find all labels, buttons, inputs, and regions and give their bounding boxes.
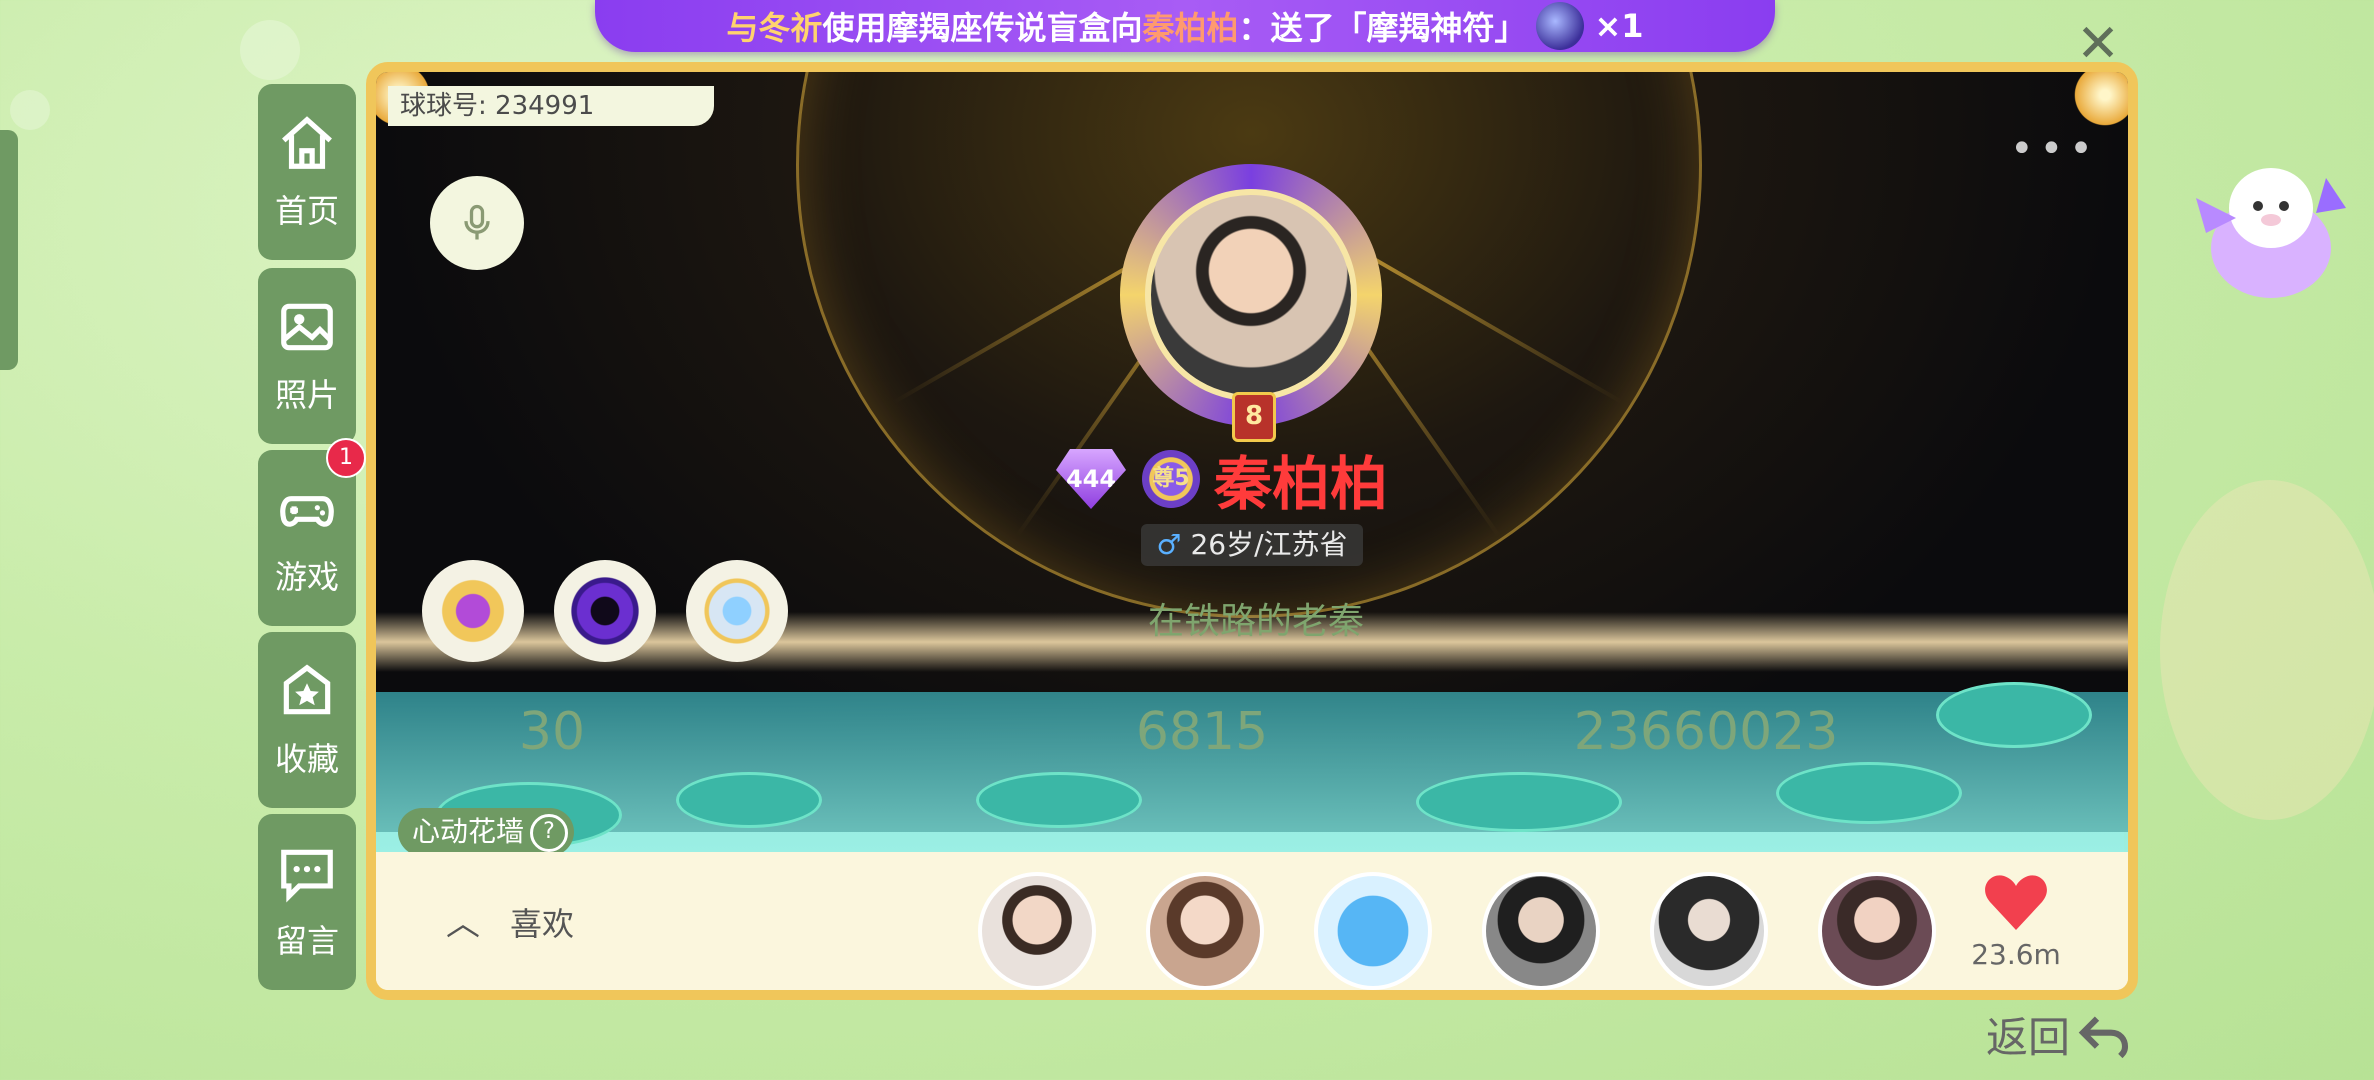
microphone-icon [464, 204, 490, 240]
nav-favorites-label: 收藏 [274, 740, 339, 778]
fan-avatar[interactable] [978, 872, 1096, 990]
nav-games-label: 游戏 [274, 558, 339, 596]
voice-intro-button[interactable] [430, 176, 524, 270]
fan-avatar[interactable] [1146, 872, 1264, 990]
fan-avatar[interactable] [1314, 872, 1432, 990]
nav-messages-label: 留言 [274, 922, 339, 960]
nav-messages-button[interactable]: 留言 [258, 814, 356, 990]
heart-icon [1984, 872, 2048, 930]
flower-wall-label: 心动花墙 [412, 815, 525, 848]
profile-card: 球球号: 234991 ••• 8 444 尊5 秦柏柏 ♂ 26岁/江苏省 在… [366, 62, 2138, 1000]
avatar-level-badge: 8 [1232, 392, 1276, 442]
dark-orb-wings-icon [566, 572, 644, 650]
stat-value: 30 [518, 702, 586, 762]
nav-photos-label: 照片 [274, 376, 339, 414]
likes-toggle[interactable]: ︿ 喜欢 [446, 896, 574, 945]
edge-handle[interactable] [0, 130, 18, 370]
signature: 在铁路的老秦 [1147, 601, 1364, 642]
bokeh [2160, 480, 2374, 820]
gift-broadcast-banner[interactable]: 与冬祈 使用摩羯座传说盲盒向 秦柏柏 ：送了「摩羯神符」 ×1 [595, 0, 1775, 52]
games-count-badge: 1 [326, 438, 366, 478]
honor-badge[interactable] [554, 560, 656, 662]
more-options-icon[interactable]: ••• [2010, 126, 2099, 172]
banner-gift-count: ×1 [1594, 7, 1644, 45]
gem-level-badge[interactable]: 444 [1056, 449, 1126, 509]
chevron-up-icon: ︿ [446, 904, 480, 944]
likes-row: ︿ 喜欢 23.6m [376, 852, 2128, 990]
banner-sender: 与冬祈 [726, 9, 823, 47]
user-id-label: 球球号: 234991 [388, 86, 714, 126]
age-location-chip: ♂ 26岁/江苏省 [1141, 524, 1363, 566]
heart-count: 23.6m [1971, 938, 2061, 971]
banner-action: 使用摩羯座传说盲盒向 [822, 9, 1143, 47]
corner-ornament [2070, 72, 2128, 130]
return-button[interactable]: 返回 [1986, 1004, 2132, 1065]
user-name: 秦柏柏 [1214, 450, 1389, 518]
likes-label: 喜欢 [510, 905, 575, 943]
like-heart-button[interactable]: 23.6m [1966, 872, 2066, 971]
honor-badge[interactable] [686, 560, 788, 662]
nav-home-label: 首页 [274, 192, 339, 230]
nav-games-button[interactable]: 1 游戏 [258, 438, 366, 626]
help-icon[interactable]: ? [530, 814, 569, 852]
silver-wings-icon [698, 572, 776, 650]
nav-photos-button[interactable]: 照片 [258, 268, 356, 444]
honor-badge[interactable] [422, 560, 524, 662]
nav-favorites-button[interactable]: 收藏 [258, 632, 356, 808]
message-icon [281, 849, 333, 903]
capricorn-talisman-icon [1536, 2, 1585, 50]
avatar[interactable] [1145, 189, 1357, 401]
stat-value: 6815 [1135, 702, 1269, 762]
crown-shield-icon [434, 572, 512, 650]
fan-avatar[interactable] [1650, 872, 1768, 990]
bokeh [240, 20, 300, 80]
bokeh [10, 90, 50, 130]
avatar-frame [1120, 164, 1382, 426]
banner-receiver: 秦柏柏 [1142, 9, 1239, 47]
male-icon: ♂ [1156, 528, 1182, 561]
nav-home-button[interactable]: 首页 [258, 84, 356, 260]
home-icon [282, 116, 332, 169]
flower-wall-button[interactable]: 心动花墙? [398, 808, 574, 856]
name-row: 444 尊5 秦柏柏 [1056, 444, 1388, 518]
stats-row: 30 6815 23660023 [376, 702, 2128, 782]
photo-icon [281, 303, 333, 351]
age-location: 26岁/江苏省 [1190, 528, 1348, 561]
undo-arrow-icon [2078, 1016, 2129, 1058]
stat-value: 23660023 [1573, 702, 1839, 762]
fan-avatar[interactable] [1818, 872, 1936, 990]
return-label: 返回 [1986, 1013, 2071, 1062]
honor-badges [422, 560, 788, 662]
gamepad-icon [280, 496, 334, 527]
fan-avatar[interactable] [1482, 872, 1600, 990]
star-house-icon [283, 664, 331, 715]
banner-gift: ：送了「摩羯神符」 [1238, 9, 1527, 47]
alpaca-mascot-icon[interactable] [2176, 138, 2356, 328]
noble-rank-badge[interactable]: 尊5 [1142, 450, 1200, 508]
